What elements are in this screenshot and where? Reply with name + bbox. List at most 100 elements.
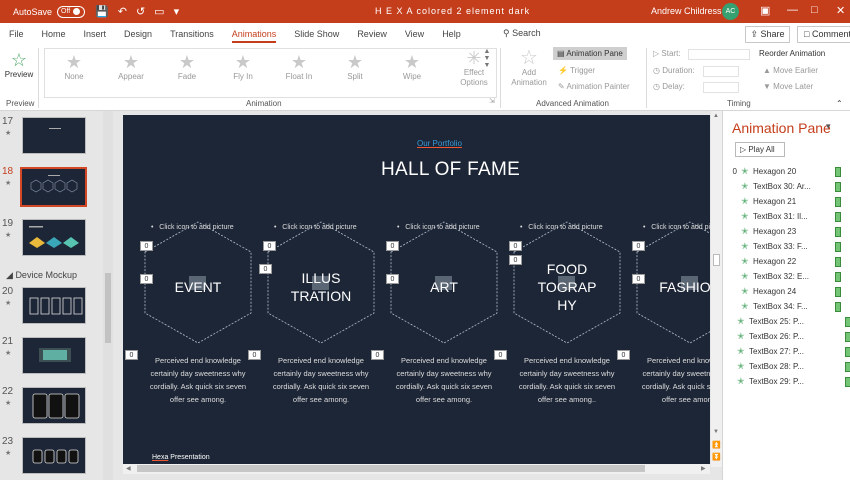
section-device-mockup[interactable]: ◢ Device Mockup [6, 270, 77, 281]
timing-bar[interactable] [835, 301, 841, 312]
start-dropdown[interactable] [688, 49, 750, 60]
animation-tag[interactable]: 0 [248, 350, 261, 360]
pane-options-icon[interactable]: ▾ [826, 121, 831, 132]
animation-item[interactable]: ✭ TextBox 28: P... [719, 359, 850, 374]
animation-item[interactable]: ✭ TextBox 29: P... [719, 374, 850, 389]
slide-thumbnail-19[interactable] [22, 219, 86, 256]
timing-bar[interactable] [845, 361, 850, 372]
tab-insert[interactable]: Insert [75, 23, 116, 45]
timing-bar[interactable] [845, 376, 850, 387]
animation-tag[interactable]: 0 [140, 241, 153, 251]
scroll-thumb[interactable] [105, 273, 111, 343]
animation-tag[interactable]: 0 [632, 241, 645, 251]
hexagon-label-event[interactable]: EVENT [145, 278, 251, 296]
scroll-up-icon[interactable]: ▲ [713, 113, 719, 119]
click-icon-to-add-picture[interactable]: • Click icon to add picture [520, 224, 603, 231]
maximize-icon[interactable]: □ [811, 4, 818, 16]
comments-button[interactable]: □ Comments [797, 26, 850, 43]
effect-options-button[interactable]: ✳ Effect Options [454, 48, 494, 88]
move-later-button[interactable]: ▼ Move Later [763, 82, 813, 91]
undo-icon[interactable]: ↶ [118, 5, 127, 18]
slide-thumbnail-22[interactable] [22, 387, 86, 424]
collapse-ribbon-icon[interactable]: ⌃ [836, 99, 843, 108]
animation-wipe[interactable]: ★ Wipe [390, 52, 434, 81]
click-icon-to-add-picture[interactable]: • Click icon to add picture [274, 224, 357, 231]
present-icon[interactable]: ▭ [154, 5, 164, 18]
animation-item[interactable]: ✭ Hexagon 24 [723, 284, 841, 299]
timing-bar[interactable] [845, 331, 850, 342]
animation-dialog-launcher[interactable]: ⇲ [489, 97, 495, 105]
scroll-down-icon[interactable]: ▼ [713, 429, 719, 435]
description-text[interactable]: Perceived end knowledge certainly day sw… [263, 354, 379, 406]
previous-slide-icon[interactable]: ⏫ [712, 441, 721, 449]
slide-thumbnail-18[interactable] [20, 167, 87, 207]
timing-bar[interactable] [835, 256, 841, 267]
tab-slide-show[interactable]: Slide Show [285, 23, 348, 45]
animation-tag[interactable]: 0 [509, 255, 522, 265]
tab-design[interactable]: Design [115, 23, 161, 45]
animation-tag[interactable]: 0 [386, 241, 399, 251]
tab-help[interactable]: Help [433, 23, 470, 45]
animation-tag[interactable]: 0 [617, 350, 630, 360]
tab-transitions[interactable]: Transitions [161, 23, 223, 45]
save-icon[interactable]: 💾 [95, 5, 109, 18]
timing-bar[interactable] [835, 166, 841, 177]
hexagon-label-fashion[interactable]: FASHION [637, 278, 710, 296]
next-slide-icon[interactable]: ⏬ [712, 453, 721, 461]
hexagon-label-illustration[interactable]: ILLUS TRATION [268, 269, 374, 305]
preview-button[interactable]: ☆ Preview [4, 50, 34, 79]
hexagon-label-art[interactable]: ART [391, 278, 497, 296]
scroll-left-icon[interactable]: ◀ [126, 465, 131, 472]
animation-item[interactable]: ✭ TextBox 27: P... [719, 344, 850, 359]
slide-canvas[interactable]: Our Portfolio HALL OF FAME • Click icon … [123, 115, 710, 464]
play-all-button[interactable]: ▷ Play All [735, 142, 785, 157]
animation-tag[interactable]: 0 [632, 274, 645, 284]
animation-pane-button[interactable]: ▤ Animation Pane [553, 47, 627, 60]
animation-item[interactable]: ✭ TextBox 30: Ar... [723, 179, 841, 194]
user-name[interactable]: Andrew Childress [651, 6, 722, 16]
animation-tag[interactable]: 0 [371, 350, 384, 360]
tab-review[interactable]: Review [348, 23, 396, 45]
scroll-thumb[interactable] [713, 254, 720, 266]
tab-animations[interactable]: Animations [223, 23, 286, 45]
animation-item[interactable]: ✭ TextBox 34: F... [723, 299, 841, 314]
animation-tag[interactable]: 0 [259, 264, 272, 274]
timing-bar[interactable] [835, 226, 841, 237]
timing-bar[interactable] [835, 181, 841, 192]
timing-bar[interactable] [835, 271, 841, 282]
description-text[interactable]: Perceived end knowledge certainly day sw… [632, 354, 710, 406]
animation-painter-button[interactable]: ✎ Animation Painter [558, 82, 630, 91]
duration-field[interactable] [703, 66, 739, 77]
description-text[interactable]: Perceived end knowledge certainly day sw… [509, 354, 625, 406]
slide-vertical-scrollbar[interactable]: ▲ ▼ ⏫ ⏬ [711, 111, 722, 467]
minimize-icon[interactable]: — [787, 4, 798, 16]
animation-none[interactable]: ★ None [52, 52, 96, 81]
animation-appear[interactable]: ★ Appear [109, 52, 153, 81]
share-button[interactable]: ⇪ Share [745, 26, 790, 43]
animation-item[interactable]: ✭ TextBox 26: P... [719, 329, 850, 344]
description-text[interactable]: Perceived end knowledge certainly day sw… [386, 354, 502, 406]
redo-icon[interactable]: ↺ [136, 5, 145, 18]
animation-tag[interactable]: 0 [386, 274, 399, 284]
slide-thumbnail-23[interactable] [22, 437, 86, 474]
animation-item[interactable]: 0 ✭ Hexagon 20 [723, 164, 841, 179]
timing-bar[interactable] [835, 286, 841, 297]
animation-item[interactable]: ✭ TextBox 32: E... [723, 269, 841, 284]
animation-tag[interactable]: 0 [509, 241, 522, 251]
timing-bar[interactable] [845, 346, 850, 357]
animation-item[interactable]: ✭ Hexagon 21 [723, 194, 841, 209]
tell-me-search[interactable]: ⚲ Search [503, 28, 541, 39]
trigger-button[interactable]: ⚡ Trigger [558, 66, 595, 75]
customize-qat-icon[interactable]: ▾ [174, 5, 180, 18]
animation-tag[interactable]: 0 [125, 350, 138, 360]
animation-item[interactable]: ✭ Hexagon 23 [723, 224, 841, 239]
scroll-right-icon[interactable]: ▶ [701, 465, 706, 472]
animation-fade[interactable]: ★ Fade [165, 52, 209, 81]
slide-horizontal-scrollbar[interactable]: ◀ ▶ [123, 464, 710, 474]
animation-tag[interactable]: 0 [263, 241, 276, 251]
delay-field[interactable] [703, 82, 739, 93]
add-animation-button[interactable]: ☆ Add Animation [506, 48, 552, 88]
animation-split[interactable]: ★ Split [333, 52, 377, 81]
tab-file[interactable]: File [0, 23, 33, 45]
avatar[interactable]: AC [722, 3, 739, 20]
